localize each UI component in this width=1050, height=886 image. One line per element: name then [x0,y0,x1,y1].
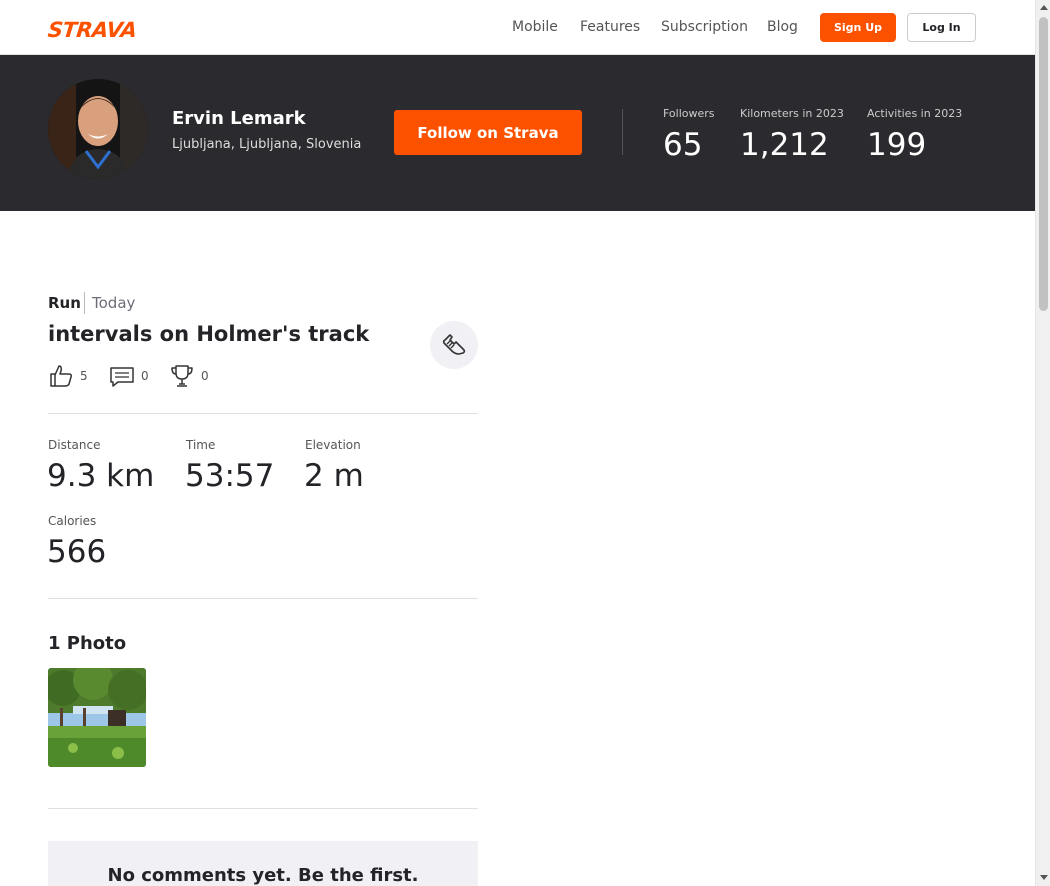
stat-label-followers: Followers [663,107,715,120]
scroll-thumb[interactable] [1039,17,1048,311]
activity-photo[interactable] [48,668,146,767]
comment-count: 0 [141,369,149,383]
stat-value-kilometers: 1,212 [740,127,829,163]
metric-value-calories: 566 [47,534,107,570]
no-comments-text: No comments yet. Be the first. [107,865,419,886]
stat-label-kilometers: Kilometers in 2023 [740,107,844,120]
nav-link-blog[interactable]: Blog [767,19,798,35]
activity-type: Run [48,294,81,312]
nav-link-mobile[interactable]: Mobile [512,19,558,35]
divider [622,109,623,155]
top-nav: STRAVA Mobile Features Subscription Blog… [0,0,1035,55]
metric-value-time: 53:57 [185,458,275,494]
comments-button[interactable]: 0 [109,363,149,389]
metric-value-elevation: 2 m [304,458,364,494]
athlete-header: Ervin Lemark Ljubljana, Ljubljana, Slove… [0,55,1035,211]
achievements-button[interactable]: 0 [169,363,209,389]
divider [48,598,478,599]
divider [84,292,85,314]
activity-title: intervals on Holmer's track [48,322,370,346]
achievement-count: 0 [201,369,209,383]
metric-label-distance: Distance [48,438,101,452]
activity-date: Today [92,294,136,312]
divider [48,413,478,414]
stat-label-activities: Activities in 2023 [867,107,963,120]
follow-button[interactable]: Follow on Strava [394,110,582,155]
athlete-name[interactable]: Ervin Lemark [172,108,306,129]
scroll-up-arrow-icon[interactable] [1040,5,1048,10]
metric-label-time: Time [186,438,216,452]
scroll-down-arrow-icon[interactable] [1040,875,1048,880]
photos-heading: 1 Photo [48,633,127,654]
nav-link-features[interactable]: Features [580,19,640,35]
stat-value-activities: 199 [867,127,927,163]
metric-value-distance: 9.3 km [47,458,155,494]
avatar[interactable] [48,79,148,179]
kudos-count: 5 [80,369,88,383]
metric-label-elevation: Elevation [305,438,361,452]
comments-section: No comments yet. Be the first. [48,841,478,886]
comment-icon [110,367,134,387]
log-in-button[interactable]: Log In [907,13,976,42]
shoe-icon [442,334,466,355]
divider [48,808,478,809]
scrollbar[interactable] [1035,0,1050,886]
sign-up-button[interactable]: Sign Up [820,13,896,42]
trophy-icon [171,365,193,387]
thumbs-up-icon [50,365,72,387]
kudos-button[interactable]: 5 [48,363,88,389]
athlete-location: Ljubljana, Ljubljana, Slovenia [172,137,362,152]
stat-value-followers: 65 [663,127,703,163]
metric-label-calories: Calories [48,514,97,528]
nav-link-subscription[interactable]: Subscription [661,19,748,35]
strava-logo[interactable]: STRAVA [47,18,138,42]
activity-type-badge [430,321,478,369]
